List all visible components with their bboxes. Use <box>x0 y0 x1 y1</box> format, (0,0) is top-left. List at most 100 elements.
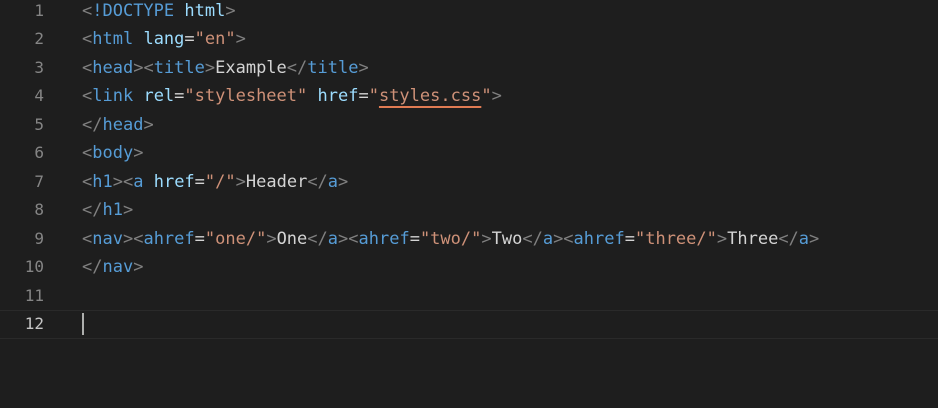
code-token: = <box>194 228 205 249</box>
code-token: ahref <box>573 228 625 249</box>
line-code[interactable]: </h1> <box>82 196 133 225</box>
code-token: body <box>92 143 134 163</box>
code-token: title <box>153 57 205 78</box>
code-token: = <box>184 29 195 49</box>
line-number: 5 <box>34 114 44 134</box>
code-token: = <box>409 228 420 249</box>
code-token: ahref <box>358 228 410 249</box>
code-token: href <box>317 86 359 106</box>
line-number: 8 <box>34 200 44 219</box>
code-token: nav <box>102 257 134 277</box>
code-token: < <box>82 228 93 249</box>
code-token: >< <box>338 228 359 249</box>
code-token: h1 <box>102 200 123 220</box>
editor-line[interactable]: 7 <h1><a href="/">Header</a> <box>0 168 938 197</box>
code-token: href <box>153 171 195 192</box>
line-code[interactable]: <!DOCTYPE html> <box>82 0 236 25</box>
code-token: > <box>338 171 349 192</box>
code-token: = <box>174 86 185 106</box>
code-token: !DOCTYPE <box>92 0 175 21</box>
line-code[interactable]: <nav><ahref="one/">One</a><ahref="two/">… <box>82 225 819 254</box>
code-token: "two/" <box>419 228 482 249</box>
editor-line[interactable]: 6 <body> <box>0 139 938 168</box>
code-token: </ <box>307 228 328 249</box>
code-token: = <box>358 86 369 106</box>
code-token: Example <box>215 57 287 78</box>
line-number: 7 <box>34 171 44 191</box>
code-token: Two <box>491 228 523 249</box>
code-token: > <box>235 29 246 49</box>
editor-line[interactable]: 9 <nav><ahref="one/">One</a><ahref="two/"… <box>0 225 938 254</box>
code-token: = <box>194 171 205 192</box>
code-token: head <box>102 114 144 135</box>
code-token: < <box>82 143 93 163</box>
code-token: h1 <box>92 171 113 192</box>
editor-line[interactable]: 12 <box>0 310 938 339</box>
code-token: > <box>358 57 369 78</box>
line-code[interactable]: </nav> <box>82 253 143 282</box>
line-code[interactable]: </head> <box>82 111 154 140</box>
code-editor[interactable]: 1 <!DOCTYPE html> 2 <html lang="en"> 3 <head>… <box>0 0 938 408</box>
code-token: ahref <box>143 228 195 249</box>
editor-line[interactable]: 5 </head> <box>0 111 938 140</box>
line-code[interactable]: <head><title>Example</title> <box>82 54 369 83</box>
code-token: < <box>82 86 93 106</box>
code-token: "three/" <box>634 228 717 249</box>
code-token: title <box>307 57 359 78</box>
line-code[interactable]: <link rel="stylesheet" href="styles.css"… <box>82 82 502 111</box>
code-token: > <box>266 228 277 249</box>
code-token: rel <box>143 86 175 106</box>
line-number: 6 <box>34 143 44 162</box>
code-token: a <box>133 171 144 192</box>
code-token: html <box>184 0 226 21</box>
line-code[interactable]: <html lang="en"> <box>82 25 246 54</box>
code-token: >< <box>122 228 144 249</box>
editor-line[interactable]: 2 <html lang="en"> <box>0 25 938 54</box>
code-token: > <box>235 171 246 192</box>
code-token: One <box>276 228 308 249</box>
line-code[interactable]: <body> <box>82 139 143 168</box>
code-token: html <box>92 29 134 49</box>
code-token: >< <box>112 171 134 192</box>
code-token: nav <box>92 228 123 249</box>
code-token: "one/" <box>204 228 267 249</box>
line-number: 1 <box>34 0 44 20</box>
line-number: 4 <box>34 86 44 105</box>
editor-line[interactable]: 1 <!DOCTYPE html> <box>0 0 938 25</box>
code-token: > <box>143 114 154 135</box>
code-token: < <box>82 29 93 49</box>
code-token: " <box>481 86 492 106</box>
editor-line[interactable]: 4 <link rel="stylesheet" href="styles.css… <box>0 82 938 111</box>
line-number: 10 <box>24 257 44 276</box>
code-token: < <box>82 171 93 192</box>
code-token: > <box>133 257 144 277</box>
line-number: 9 <box>34 228 44 248</box>
code-token: "stylesheet" <box>184 86 308 106</box>
code-token: < <box>82 0 93 21</box>
line-number: 12 <box>24 314 44 333</box>
code-token: >< <box>553 228 574 249</box>
code-token: > <box>225 0 236 21</box>
line-code[interactable]: <h1><a href="/">Header</a> <box>82 168 348 197</box>
code-token: </ <box>82 114 103 135</box>
code-token: "/" <box>204 171 236 192</box>
code-token: < <box>82 57 93 78</box>
code-token: </ <box>82 200 103 220</box>
code-token: lang <box>143 29 185 49</box>
line-number: 2 <box>34 29 44 48</box>
code-token: </ <box>307 171 328 192</box>
code-token: </ <box>778 228 799 249</box>
editor-line[interactable]: 10 </nav> <box>0 253 938 282</box>
code-token: " <box>368 86 379 106</box>
editor-line[interactable]: 11 <box>0 282 938 311</box>
code-token: = <box>624 228 635 249</box>
editor-line[interactable]: 8 </h1> <box>0 196 938 225</box>
code-token: > <box>716 228 728 249</box>
error-squiggle-token: styles.css <box>378 86 482 106</box>
editor-line[interactable]: 3 <head><title>Example</title> <box>0 54 938 83</box>
